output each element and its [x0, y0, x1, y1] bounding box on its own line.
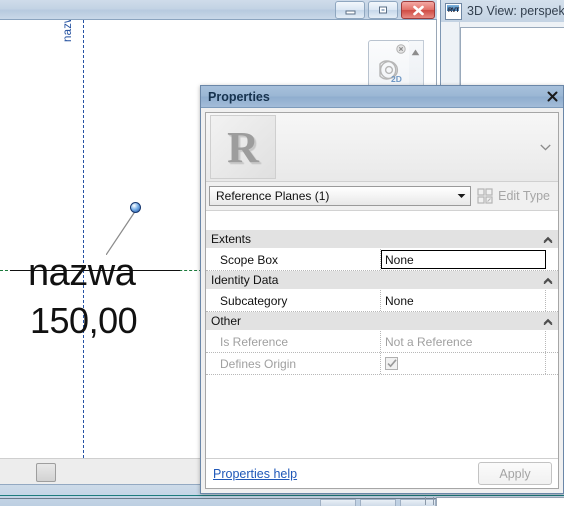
close-icon [412, 5, 424, 15]
main-window-titlebar [0, 0, 437, 20]
dimension-value-text[interactable]: 150,00 [30, 300, 138, 342]
restore-icon [379, 6, 387, 14]
defines-origin-checkbox [385, 357, 398, 370]
property-group-label: Other [211, 314, 242, 328]
property-name: Is Reference [206, 331, 381, 352]
drag-grip-handle[interactable] [130, 202, 141, 213]
background-window-title: 3D View: perspektyw [467, 4, 564, 18]
type-preview-thumbnail: R [210, 115, 276, 179]
properties-help-link[interactable]: Properties help [213, 467, 478, 481]
type-selector-combobox[interactable]: Reference Planes (1) [209, 186, 472, 206]
svg-text:2D: 2D [391, 74, 402, 84]
property-name: Scope Box [206, 249, 381, 270]
chevron-up-icon [543, 277, 553, 284]
close-icon [547, 91, 557, 102]
property-group-header[interactable]: Extents [206, 230, 558, 249]
property-row[interactable]: Scope Box None [206, 249, 558, 271]
property-name: Defines Origin [206, 353, 381, 374]
property-group-header[interactable]: Identity Data [206, 271, 558, 290]
chevron-up-icon [543, 318, 553, 325]
chevron-down-icon [457, 194, 466, 198]
properties-palette-close-button[interactable] [545, 90, 559, 104]
edit-type-icon [477, 188, 493, 204]
status-bar-divider-teal [0, 495, 564, 496]
type-selector-row: Reference Planes (1) Edit Type [206, 182, 558, 211]
reference-plane-line-vertical[interactable] [83, 20, 84, 458]
property-value-defines-origin [381, 353, 546, 374]
property-value-subcategory[interactable]: None [381, 290, 546, 311]
chevron-down-icon [539, 144, 551, 151]
collapse-group-button[interactable] [542, 318, 554, 325]
property-group-header[interactable]: Other [206, 312, 558, 331]
steering-wheel-icon[interactable]: 2D [376, 58, 402, 84]
properties-palette-footer: Properties help Apply [206, 458, 558, 488]
property-value-is-reference: Not a Reference [381, 331, 546, 352]
collapse-group-button[interactable] [542, 277, 554, 284]
background-window-titlebar: RVT 3D View: perspektyw [441, 0, 564, 22]
type-selector-dropdown-arrow[interactable] [452, 193, 470, 199]
revit-file-icon: RVT [445, 2, 462, 20]
property-group-label: Extents [211, 232, 252, 246]
properties-palette-title: Properties [208, 89, 270, 104]
preview-collapse-button[interactable] [536, 144, 558, 151]
grid-gutter [546, 353, 558, 374]
properties-palette-body: R Reference Planes (1) Edit Type Extents… [205, 112, 559, 489]
property-group-label: Identity Data [211, 273, 279, 287]
type-preview-strip: R [206, 113, 558, 182]
type-selector-value: Reference Planes (1) [216, 189, 330, 203]
steering-wheel-close-icon[interactable] [396, 44, 406, 54]
chevron-up-icon [543, 236, 553, 243]
window-controls [335, 1, 435, 19]
properties-palette[interactable]: Properties R Reference Planes (1) Edit T… [200, 85, 564, 494]
revit-file-icon-label: RVT [448, 7, 459, 14]
collapse-group-button[interactable] [542, 236, 554, 243]
resize-grip[interactable] [425, 497, 434, 505]
grid-gutter [546, 249, 558, 270]
minimize-icon [345, 10, 355, 15]
grid-gutter [546, 290, 558, 311]
checkmark-icon [386, 359, 397, 368]
reference-plane-name-label[interactable]: nazwa [62, 20, 74, 42]
property-name: Subcategory [206, 290, 381, 311]
grid-gutter [546, 331, 558, 352]
edit-type-button[interactable]: Edit Type [475, 186, 554, 206]
apply-button[interactable]: Apply [478, 462, 552, 485]
property-row: Is Reference Not a Reference [206, 331, 558, 353]
property-row: Defines Origin [206, 353, 558, 375]
properties-palette-titlebar[interactable]: Properties [201, 86, 563, 108]
triangle-up-icon[interactable] [411, 49, 420, 56]
property-row[interactable]: Subcategory None [206, 290, 558, 312]
edit-type-label: Edit Type [498, 189, 550, 203]
property-grid: Extents Scope Box None Identity Data Sub… [206, 230, 558, 458]
view-control-button[interactable] [36, 463, 56, 482]
close-button[interactable] [401, 1, 435, 19]
property-value-scope-box[interactable]: None [381, 250, 546, 269]
dimension-text[interactable]: nazwa [28, 252, 136, 295]
restore-button[interactable] [368, 1, 398, 19]
minimize-button[interactable] [335, 1, 365, 19]
